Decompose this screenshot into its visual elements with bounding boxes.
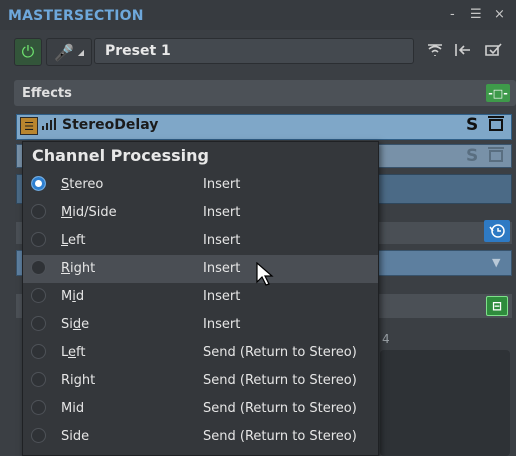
radio-button[interactable] [31,428,46,443]
plugin-chain-icon: -□- [488,86,508,100]
close-button[interactable]: × [494,7,505,22]
menu-item-label: Mid/Side [61,205,117,220]
menu-item-label: Side [61,429,90,444]
menu-item-stereo-insert[interactable]: Stereo Insert [23,171,378,199]
power-button[interactable]: ⏻ [14,38,42,66]
slot-menu-button[interactable]: ☰ [20,117,38,135]
menu-item-mode: Insert [203,233,241,248]
menu-item-mid-send[interactable]: Mid Send (Return to Stereo) [23,395,378,423]
menu-item-left-insert[interactable]: Left Insert [23,227,378,255]
power-icon: ⏻ [21,42,35,61]
menu-item-label: Right [61,261,95,276]
radio-button[interactable] [31,344,46,359]
mic-menu-button[interactable]: 🎤 ◢ [46,38,92,66]
label-rest: d [75,289,85,304]
menu-item-label: Mid [61,289,84,304]
menu-item-side-send[interactable]: Side Send (Return to Stereo) [23,423,378,451]
effects-label: Effects [22,86,72,101]
menu-item-mode: Insert [203,177,241,192]
label-mnemonic: M [61,205,73,220]
menu-item-mode: Insert [203,317,241,332]
plugin-chain-button[interactable]: -□- [486,84,510,102]
label-rest: ight [70,261,96,276]
bypass-slot-button-2[interactable] [487,146,505,167]
menu-item-label: Stereo [61,177,103,192]
menu-item-label: Side [61,317,89,332]
preset-selector[interactable]: Preset 1 [94,38,414,64]
panel-toggle-button[interactable]: ⊟ [486,296,508,316]
radio-button[interactable] [31,204,46,219]
menu-item-label: Left [61,233,85,248]
bypass-slot-button[interactable] [487,115,505,136]
effects-header [14,80,516,106]
menu-item-mode: Send (Return to Stereo) [203,345,357,360]
label-mnemonic: L [61,233,69,248]
menu-item-mode: Insert [203,261,241,276]
menu-item-label: Mid [61,401,85,416]
menu-item-mid-side-insert[interactable]: Mid/Side Insert [23,199,378,227]
radio-button[interactable] [31,232,46,247]
menu-item-mode: Send (Return to Stereo) [203,373,357,388]
label-rest: e [81,317,90,332]
label-rest: id/Side [72,205,117,220]
label-prefix: Si [61,317,73,332]
minimize-button[interactable]: - [450,7,455,22]
hamburger-icon: ☰ [24,119,34,133]
menu-header: Channel Processing [32,146,209,165]
wifi-icon[interactable] [426,42,444,62]
menu-item-right-insert[interactable]: Right Insert [23,255,378,283]
radio-button[interactable] [31,176,46,191]
panel-icon: ⊟ [491,299,503,313]
menu-item-left-send[interactable]: Left Send (Return to Stereo) [23,339,378,367]
label-mnemonic: e [68,345,77,360]
window-title: MASTERSECTION [8,8,144,24]
display-area [380,350,510,456]
dropdown-corner-icon: ◢ [77,47,85,57]
mouse-cursor-icon [256,261,274,290]
label-rest: ft [76,345,86,360]
menu-item-right-send[interactable]: Right Send (Return to Stereo) [23,367,378,395]
checkbox-arrow-icon[interactable] [484,42,504,62]
plugin-name: StereoDelay [62,117,159,133]
level-bars-icon [42,118,56,133]
clock-icon[interactable] [484,220,510,242]
radio-button[interactable] [31,400,46,415]
menu-item-mode: Send (Return to Stereo) [203,429,357,444]
radio-button[interactable] [31,288,46,303]
radio-button[interactable] [31,316,46,331]
mic-icon: 🎤 [53,42,74,62]
menu-item-side-insert[interactable]: Side Insert [23,311,378,339]
solo-button[interactable]: S [466,115,478,135]
label-rest: tereo [69,177,104,192]
menu-item-mode: Send (Return to Stereo) [203,401,357,416]
radio-button[interactable] [31,260,46,275]
radio-button[interactable] [31,372,46,387]
label-prefix: M [61,289,73,304]
bypass-icon[interactable] [454,42,472,62]
partial-value: 4 [382,332,390,346]
solo-button-2[interactable]: S [466,146,478,166]
label-prefix: L [61,345,69,360]
chevron-down-icon: ▼ [492,256,501,269]
menu-item-mode: Insert [203,205,241,220]
menu-item-label: Left [61,345,85,360]
label-mnemonic: R [61,261,71,276]
label-mnemonic: d [72,317,82,332]
menu-item-label: Right [61,373,96,388]
label-rest: eft [68,233,86,248]
menu-item-mode: Insert [203,289,241,304]
menu-item-mid-insert[interactable]: Mid Insert [23,283,378,311]
layout-menu-button[interactable]: ☰ [470,7,482,22]
